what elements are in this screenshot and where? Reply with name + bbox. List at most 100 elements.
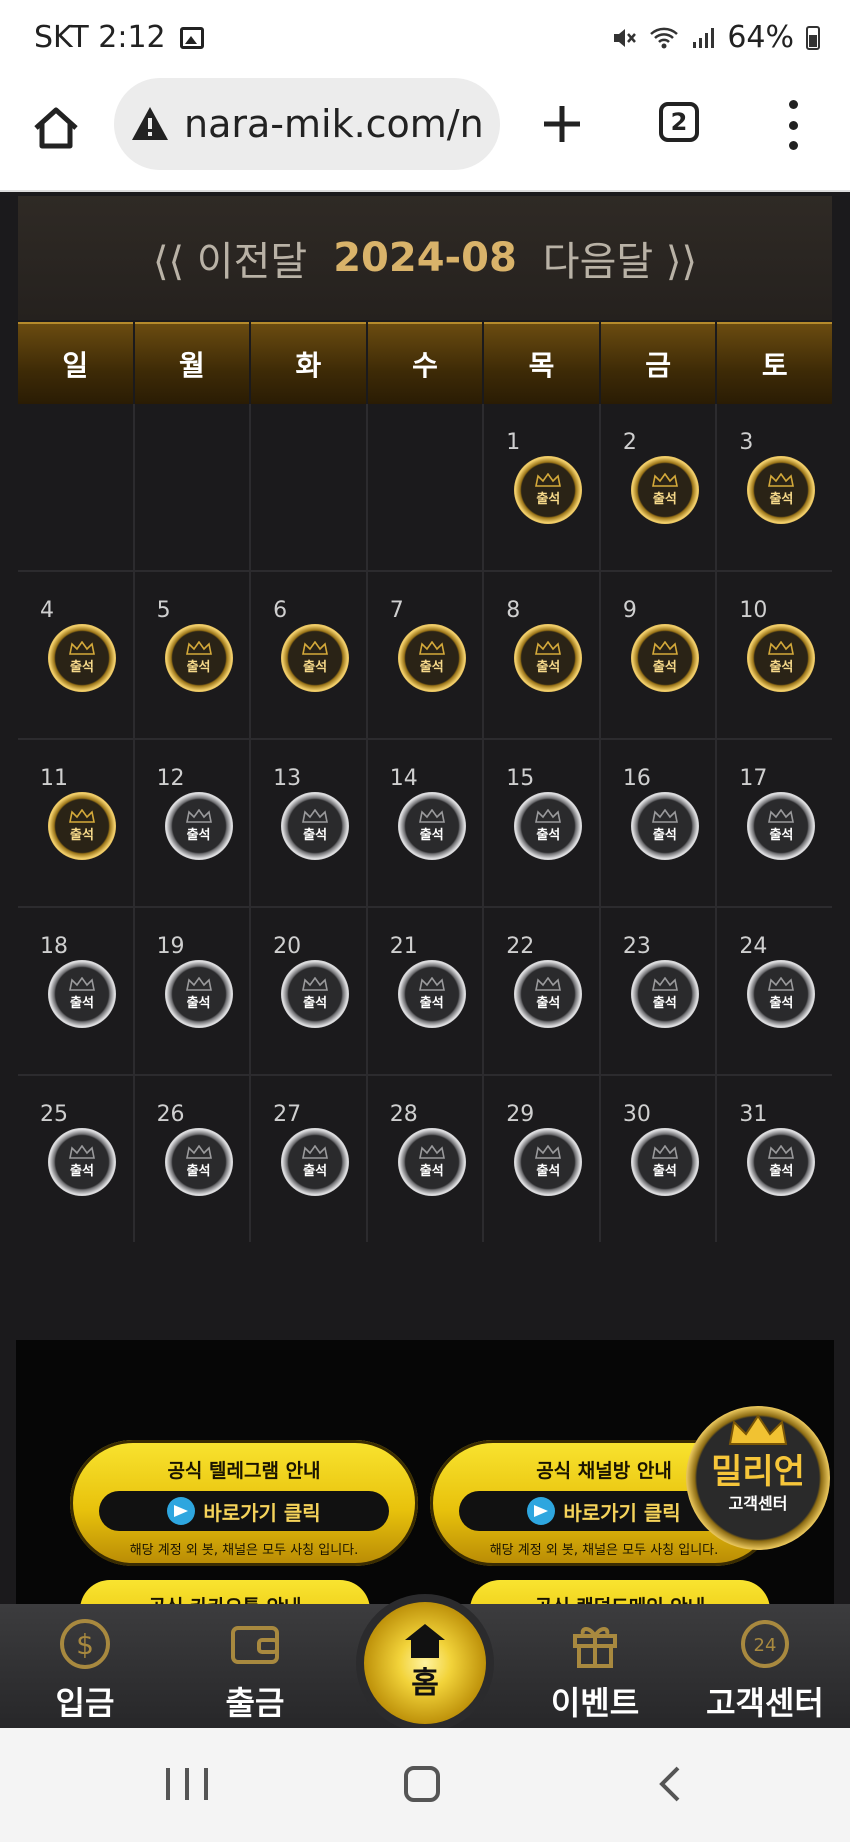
calendar-day-8[interactable]: 8 출석 <box>484 572 599 738</box>
attendance-badge-checked: 출석 <box>397 624 466 692</box>
day-number: 2 <box>622 430 637 455</box>
attendance-badge-unchecked: 출석 <box>281 960 350 1028</box>
calendar-day-31[interactable]: 31 출석 <box>717 1076 832 1242</box>
crown-icon <box>768 1145 795 1159</box>
weekday-thu: 목 <box>484 322 599 404</box>
badge-label: 출석 <box>769 828 794 843</box>
calendar-day-16[interactable]: 16 출석 <box>600 740 716 906</box>
million-sub: 고객센터 <box>728 1494 788 1513</box>
calendar-day-9[interactable]: 9 출석 <box>600 572 716 738</box>
weekday-wed: 수 <box>367 322 483 404</box>
browser-menu-icon[interactable] <box>780 100 806 150</box>
random-domain-card[interactable]: 공식 랜덤드메인 안내 <box>470 1580 770 1604</box>
crown-icon <box>185 641 212 655</box>
calendar-day-4[interactable]: 4 출석 <box>18 572 133 738</box>
calendar-day-12[interactable]: 12 출석 <box>134 740 250 906</box>
gift-icon <box>573 1627 617 1668</box>
tab-switcher-button[interactable]: 2 <box>659 102 699 142</box>
badge-label: 출석 <box>769 660 794 675</box>
calendar-day-26[interactable]: 26 출석 <box>134 1076 250 1242</box>
calendar-day-5[interactable]: 5 출석 <box>134 572 250 738</box>
calendar-day-13[interactable]: 13 출석 <box>251 740 366 906</box>
attendance-badge-checked: 출석 <box>164 624 233 692</box>
calendar-empty-cell <box>251 404 366 570</box>
warning-icon[interactable] <box>130 104 170 144</box>
attendance-badge-unchecked: 출석 <box>164 792 233 860</box>
nav-event[interactable]: 이벤트 <box>530 1604 660 1728</box>
calendar-day-30[interactable]: 30 출석 <box>600 1076 716 1242</box>
badge-label: 출석 <box>419 996 444 1011</box>
nav-support[interactable]: 24 고객센터 <box>698 1604 832 1728</box>
calendar-day-21[interactable]: 21 출석 <box>367 908 483 1074</box>
calendar-day-27[interactable]: 27 출석 <box>251 1076 366 1242</box>
attendance-badge-checked: 출석 <box>630 624 699 692</box>
badge-label: 출석 <box>186 660 211 675</box>
calendar-day-25[interactable]: 25 출석 <box>18 1076 133 1242</box>
telegram-link-label: 바로가기 클릭 <box>203 1500 321 1525</box>
day-number: 9 <box>622 598 637 623</box>
badge-label: 출석 <box>652 660 677 675</box>
nav-withdraw[interactable]: 출금 <box>190 1604 320 1728</box>
recent-apps-icon[interactable] <box>166 1768 208 1800</box>
day-number: 21 <box>389 934 418 959</box>
battery-percent: 64% <box>727 20 794 55</box>
attendance-badge-unchecked: 출석 <box>48 960 116 1028</box>
crown-icon <box>768 641 795 655</box>
calendar-day-28[interactable]: 28 출석 <box>367 1076 483 1242</box>
calendar-day-10[interactable]: 10 출석 <box>717 572 832 738</box>
calendar-day-11[interactable]: 11 출석 <box>18 740 133 906</box>
calendar-day-2[interactable]: 2 출석 <box>600 404 716 570</box>
calendar-day-18[interactable]: 18 출석 <box>18 908 133 1074</box>
nav-deposit[interactable]: $ 입금 <box>20 1604 150 1728</box>
calendar-day-14[interactable]: 14 출석 <box>367 740 483 906</box>
calendar-day-24[interactable]: 24 출석 <box>717 908 832 1074</box>
calendar-day-7[interactable]: 7 출석 <box>367 572 483 738</box>
attendance-badge-unchecked: 출석 <box>397 792 466 860</box>
day-number: 23 <box>622 934 651 959</box>
calendar-day-19[interactable]: 19 출석 <box>134 908 250 1074</box>
attendance-badge-unchecked: 출석 <box>630 792 699 860</box>
crown-icon <box>651 1145 678 1159</box>
badge-label: 출석 <box>419 828 444 843</box>
address-bar[interactable]: nara-mik.com/n <box>114 78 500 170</box>
million-support-badge[interactable]: 밀리언 고객센터 <box>686 1406 830 1550</box>
prev-month-button[interactable]: ⟨⟨ 이전달 <box>153 229 307 287</box>
nav-support-label: 고객센터 <box>706 1684 824 1722</box>
calendar-day-3[interactable]: 3 출석 <box>717 404 832 570</box>
calendar-day-17[interactable]: 17 출석 <box>717 740 832 906</box>
attendance-badge-checked: 출석 <box>281 624 350 692</box>
nav-home[interactable]: 홈 <box>356 1594 494 1732</box>
browser-home-icon[interactable] <box>30 102 82 154</box>
telegram-card[interactable]: 공식 텔레그램 안내 바로가기 클릭 해당 계정 외 봇, 채널은 모두 사칭 … <box>70 1440 418 1566</box>
kakao-card[interactable]: 공식 카카오톡 안내 <box>80 1580 370 1604</box>
calendar-day-22[interactable]: 22 출석 <box>484 908 599 1074</box>
telegram-link-button[interactable]: 바로가기 클릭 <box>99 1491 389 1531</box>
attendance-badge-unchecked: 출석 <box>514 792 583 860</box>
wallet-icon <box>231 1626 279 1664</box>
new-tab-icon[interactable] <box>538 100 586 148</box>
calendar-day-23[interactable]: 23 출석 <box>600 908 716 1074</box>
weekday-mon: 월 <box>134 322 250 404</box>
crown-icon <box>302 809 329 823</box>
calendar-day-1[interactable]: 1 출석 <box>484 404 599 570</box>
attendance-badge-unchecked: 출석 <box>281 1128 350 1196</box>
day-number: 17 <box>739 766 768 791</box>
url-text[interactable]: nara-mik.com/n <box>184 102 484 146</box>
attendance-badge-checked: 출석 <box>514 456 583 524</box>
calendar-day-29[interactable]: 29 출석 <box>484 1076 599 1242</box>
back-icon[interactable] <box>652 1764 692 1804</box>
calendar-day-15[interactable]: 15 출석 <box>484 740 599 906</box>
day-number: 4 <box>40 598 54 623</box>
attendance-badge-checked: 출석 <box>48 792 116 860</box>
badge-label: 출석 <box>769 996 794 1011</box>
calendar-day-6[interactable]: 6 출석 <box>251 572 366 738</box>
badge-label: 출석 <box>303 660 328 675</box>
next-month-button[interactable]: 다음달 ⟩⟩ <box>543 229 697 287</box>
day-number: 30 <box>622 1102 651 1127</box>
day-number: 27 <box>273 1102 302 1127</box>
telegram-note: 해당 계정 외 봇, 채널은 모두 사칭 입니다. <box>129 1543 359 1558</box>
attendance-badge-unchecked: 출석 <box>747 1128 816 1196</box>
calendar-day-20[interactable]: 20 출석 <box>251 908 366 1074</box>
crown-icon <box>535 809 562 823</box>
system-home-icon[interactable] <box>404 1766 440 1802</box>
